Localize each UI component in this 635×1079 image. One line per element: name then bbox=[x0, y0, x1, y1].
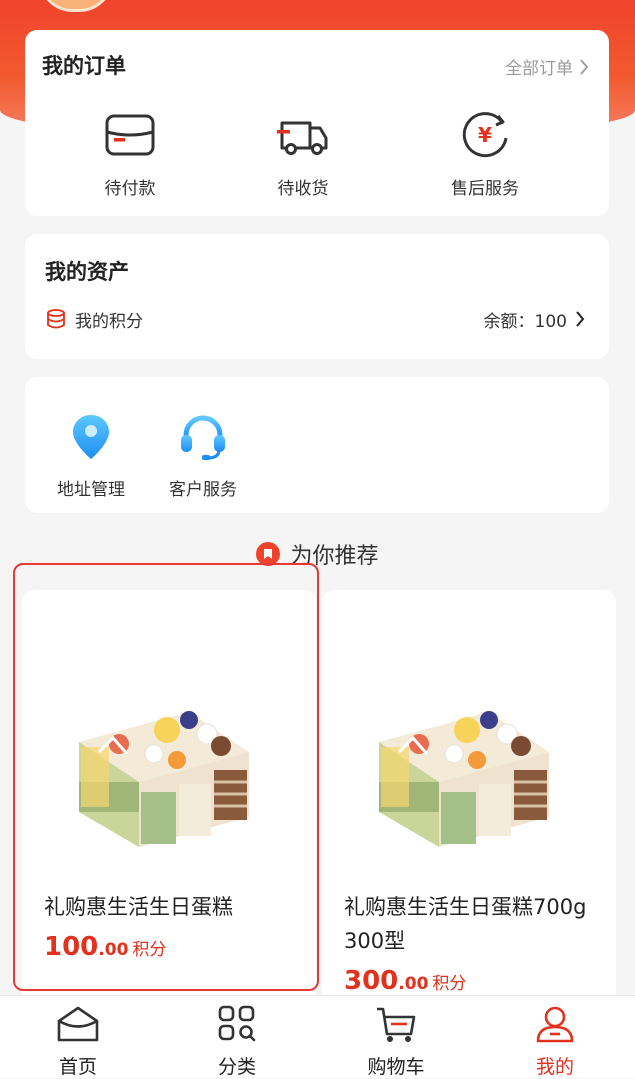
points-balance: 余额：100 bbox=[483, 311, 567, 332]
cake-image bbox=[79, 711, 249, 847]
location-pin-icon bbox=[73, 415, 109, 459]
svg-text:¥: ¥ bbox=[478, 123, 492, 147]
chevron-right-icon bbox=[580, 58, 589, 75]
price-integer: 300 bbox=[344, 966, 399, 996]
price-decimal: .00 bbox=[398, 974, 429, 994]
product-card-1[interactable]: 礼购惠生活生日蛋糕 100 .00 积分 bbox=[22, 590, 316, 1010]
home-icon bbox=[57, 1006, 99, 1042]
recommend-section-header: 为你推荐 bbox=[0, 538, 635, 570]
order-after-sales-label: 售后服务 bbox=[451, 179, 519, 199]
bookmark-icon bbox=[256, 542, 281, 566]
product-name: 礼购惠生活生日蛋糕 bbox=[44, 895, 233, 919]
services-card: 地址管理 客户服务 bbox=[25, 377, 609, 513]
order-pending-receipt-label: 待收货 bbox=[277, 179, 329, 199]
tab-profile[interactable]: 我的 bbox=[505, 1004, 605, 1079]
category-grid-icon bbox=[218, 1005, 256, 1042]
avatar[interactable] bbox=[38, 0, 114, 12]
tab-home[interactable]: 首页 bbox=[28, 1004, 128, 1079]
cake-image bbox=[379, 711, 549, 847]
product-price: 300 .00 积分 bbox=[344, 966, 466, 996]
price-unit: 积分 bbox=[132, 940, 167, 960]
points-label: 我的积分 bbox=[75, 311, 143, 332]
tab-category-label: 分类 bbox=[217, 1056, 256, 1078]
price-decimal: .00 bbox=[98, 940, 129, 960]
customer-service-label: 客户服务 bbox=[169, 480, 237, 500]
yen-refresh-icon: ¥ bbox=[462, 112, 508, 158]
tab-cart-label: 购物车 bbox=[367, 1056, 425, 1078]
customer-service[interactable]: 客户服务 bbox=[153, 411, 253, 500]
product-card-2[interactable]: 礼购惠生活生日蛋糕700g 300型 300 .00 积分 bbox=[322, 590, 616, 1010]
order-pending-receipt[interactable]: 待收货 bbox=[243, 108, 363, 199]
order-pending-payment-label: 待付款 bbox=[104, 179, 156, 199]
my-assets-title: 我的资产 bbox=[45, 260, 129, 284]
my-assets-card: 我的资产 我的积分 余额：100 bbox=[25, 234, 609, 359]
all-orders-label: 全部订单 bbox=[505, 59, 573, 79]
tab-category[interactable]: 分类 bbox=[187, 1004, 287, 1079]
address-management[interactable]: 地址管理 bbox=[41, 411, 141, 500]
my-orders-card: 我的订单 全部订单 待付款 待收货 ¥ 售后服务 bbox=[25, 30, 609, 216]
tab-cart[interactable]: 购物车 bbox=[346, 1004, 446, 1079]
tab-profile-label: 我的 bbox=[535, 1056, 574, 1078]
product-name: 礼购惠生活生日蛋糕700g 300型 bbox=[344, 895, 587, 953]
price-unit: 积分 bbox=[432, 974, 467, 994]
truck-icon bbox=[277, 121, 328, 155]
recommend-title: 为你推荐 bbox=[290, 544, 379, 569]
wallet-icon bbox=[105, 114, 155, 156]
address-management-label: 地址管理 bbox=[57, 480, 125, 500]
points-row[interactable]: 我的积分 余额：100 bbox=[45, 304, 585, 334]
price-integer: 100 bbox=[44, 932, 99, 962]
all-orders-link[interactable]: 全部订单 bbox=[505, 54, 589, 79]
user-icon bbox=[536, 1006, 574, 1043]
order-pending-payment[interactable]: 待付款 bbox=[70, 108, 190, 199]
tab-home-label: 首页 bbox=[58, 1056, 97, 1078]
my-orders-title: 我的订单 bbox=[42, 54, 126, 78]
order-after-sales[interactable]: ¥ 售后服务 bbox=[425, 108, 545, 199]
bottom-tab-bar: 首页 分类 购物车 我的 bbox=[0, 995, 635, 1078]
chevron-right-icon bbox=[576, 311, 585, 327]
product-price: 100 .00 积分 bbox=[44, 932, 166, 962]
coins-stack-icon bbox=[47, 309, 65, 329]
cart-icon bbox=[377, 1007, 416, 1042]
headset-icon bbox=[181, 415, 225, 460]
